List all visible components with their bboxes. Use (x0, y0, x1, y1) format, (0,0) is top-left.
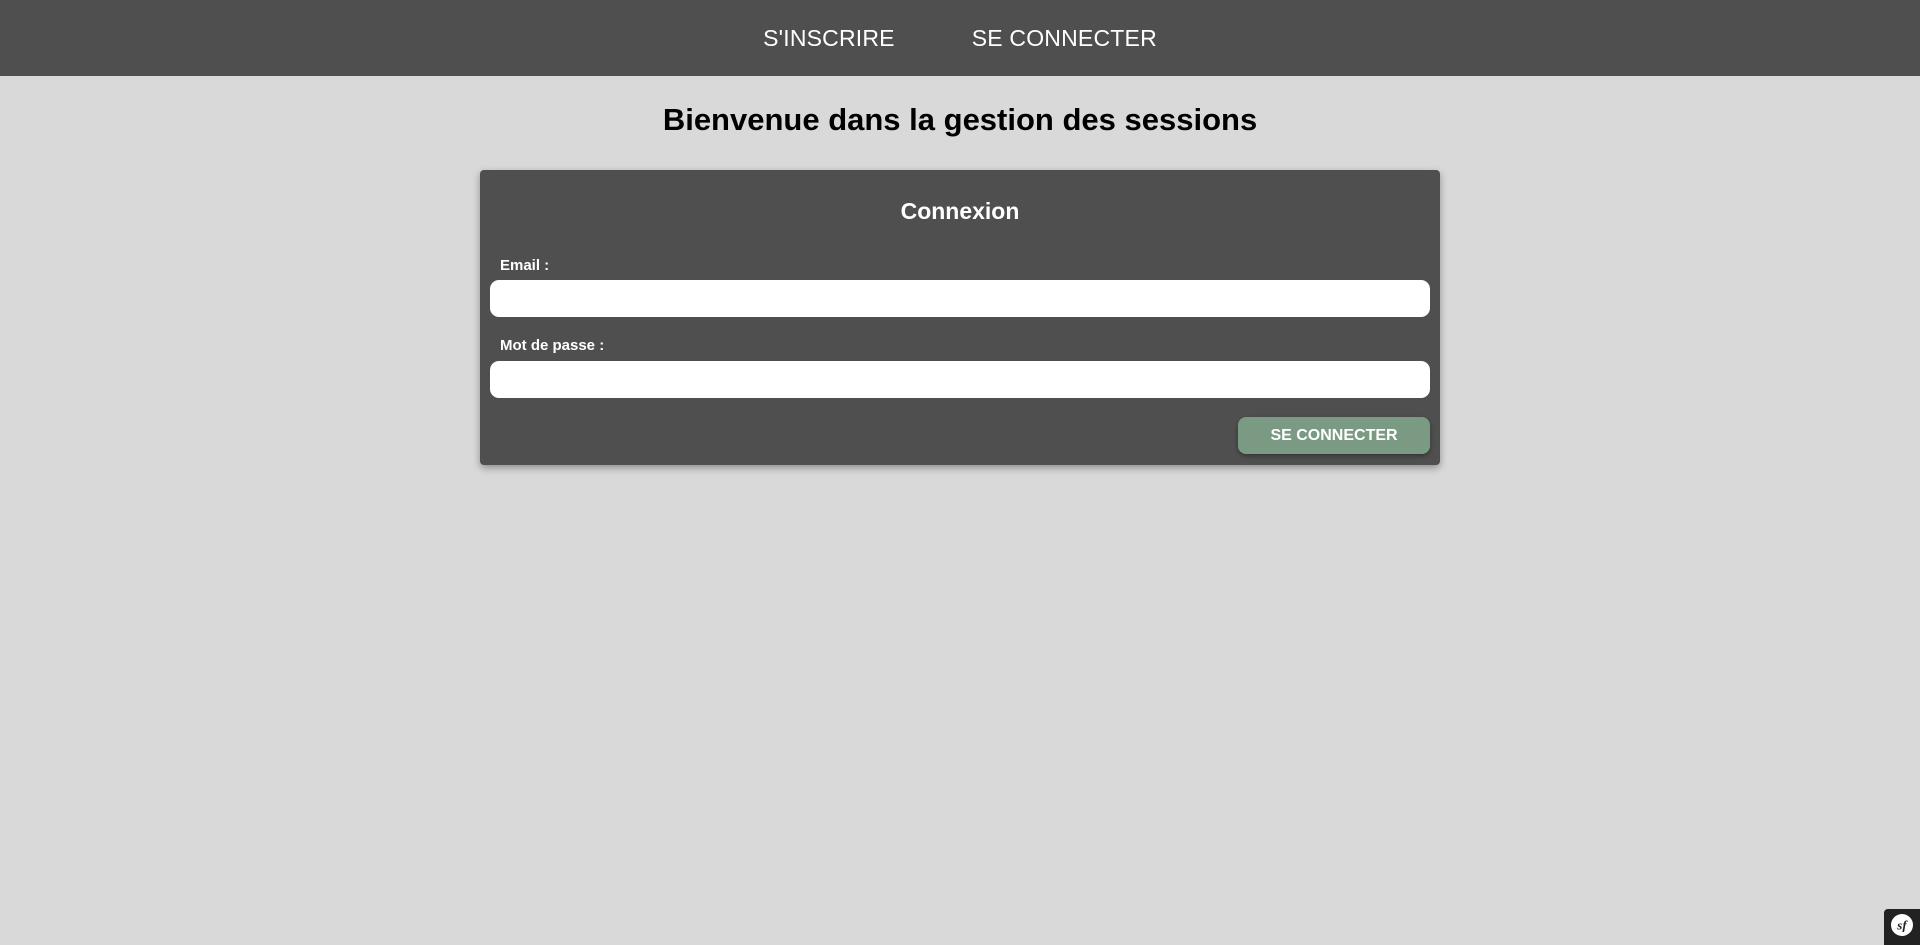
login-form-title: Connexion (900, 198, 1020, 224)
email-field[interactable] (490, 280, 1430, 317)
symfony-debug-toolbar-toggle[interactable]: sf (1884, 909, 1920, 945)
login-submit-button[interactable]: SE CONNECTER (1238, 417, 1430, 454)
login-form-card: Connexion Email : Mot de passe : SE CONN… (480, 170, 1440, 465)
symfony-logo-icon: sf (1890, 913, 1914, 942)
nav-link-register[interactable]: S'INSCRIRE (763, 25, 895, 52)
email-label: Email : (500, 257, 550, 274)
svg-text:sf: sf (1896, 917, 1908, 932)
password-field[interactable] (490, 361, 1430, 398)
page-title: Bienvenue dans la gestion des sessions (662, 102, 1258, 137)
nav-link-login[interactable]: SE CONNECTER (972, 25, 1157, 52)
top-navigation-bar: S'INSCRIRE SE CONNECTER (0, 0, 1920, 76)
password-label: Mot de passe : (500, 337, 605, 354)
